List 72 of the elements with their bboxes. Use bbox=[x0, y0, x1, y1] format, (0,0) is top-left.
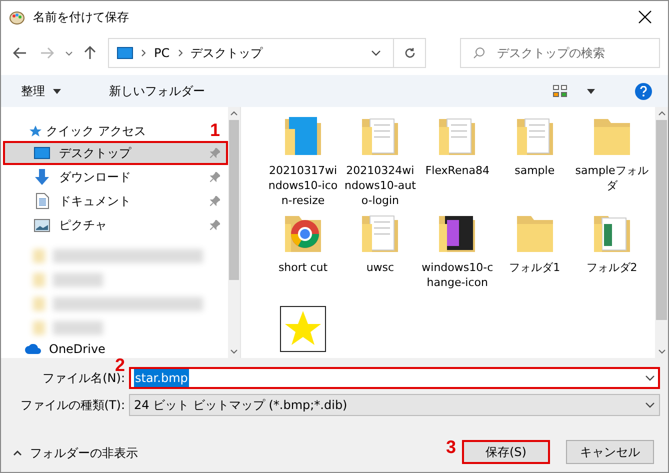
annotation-number: 1 bbox=[210, 120, 220, 140]
cancel-button[interactable]: キャンセル bbox=[566, 440, 654, 464]
search-icon bbox=[473, 47, 486, 59]
filename-field[interactable]: star.bmp bbox=[129, 367, 660, 389]
breadcrumb-item[interactable]: デスクトップ bbox=[190, 44, 263, 62]
file-item[interactable]: short cut bbox=[265, 210, 341, 304]
chevron-down-icon bbox=[645, 375, 655, 381]
cloud-icon bbox=[25, 344, 41, 354]
pin-icon bbox=[210, 220, 220, 230]
sidebar-item[interactable]: ピクチャ bbox=[3, 213, 228, 237]
save-button[interactable]: 保存(S) bbox=[462, 440, 550, 464]
file-item[interactable]: FlexRena84 bbox=[419, 113, 496, 208]
star-image-thumbnail bbox=[280, 306, 326, 352]
help-icon bbox=[640, 86, 647, 96]
monitor-icon bbox=[34, 147, 50, 159]
refresh-icon bbox=[404, 47, 416, 59]
file-item[interactable]: フォルダ1 bbox=[496, 210, 573, 304]
file-item[interactable]: uwsc bbox=[342, 210, 418, 304]
monitor-icon bbox=[117, 47, 134, 59]
organize-menu-button[interactable]: 整理 bbox=[17, 82, 65, 100]
pin-icon bbox=[210, 196, 220, 206]
caret-icon bbox=[53, 88, 61, 94]
blurred-item bbox=[33, 321, 103, 335]
breadcrumb-item[interactable]: PC bbox=[154, 44, 170, 62]
right-arrow-icon bbox=[40, 47, 54, 59]
file-type-dropdown[interactable]: 24 ビット ビットマップ (*.bmp;*.dib) bbox=[129, 394, 660, 416]
search-field[interactable]: デスクトップの検索 bbox=[460, 38, 660, 68]
file-item[interactable]: 20210324windows10-auto-login bbox=[342, 113, 418, 208]
file-item[interactable]: 20210317windows10-icon-resize bbox=[265, 113, 341, 208]
down-arrow-icon bbox=[34, 169, 50, 185]
sidebar-item[interactable]: デスクトップ bbox=[3, 141, 228, 165]
field-label: ファイル名(N): bbox=[42, 371, 126, 387]
up-arrow-icon bbox=[84, 46, 96, 60]
chevron-down-icon bbox=[645, 402, 655, 408]
blurred-item bbox=[33, 273, 103, 287]
chevron-right-icon bbox=[141, 49, 146, 57]
scrollbar[interactable] bbox=[228, 107, 240, 358]
file-item[interactable]: sampleフォルダ bbox=[574, 113, 650, 208]
pin-icon bbox=[210, 172, 220, 182]
chevron-right-icon bbox=[178, 49, 183, 57]
sidebar-item[interactable]: ドキュメント bbox=[3, 189, 228, 213]
sidebar-item[interactable]: OneDrive bbox=[49, 343, 106, 355]
help-button[interactable] bbox=[635, 82, 652, 100]
close-icon bbox=[638, 10, 652, 24]
chevron-down-icon bbox=[230, 349, 238, 354]
window-title: 名前を付けて保存 bbox=[33, 9, 129, 26]
sidebar-section-header[interactable]: クイック アクセス bbox=[46, 122, 206, 140]
pin-icon bbox=[210, 148, 220, 158]
search-input[interactable]: デスクトップの検索 bbox=[497, 44, 648, 62]
chevron-down-icon bbox=[64, 50, 73, 56]
chevron-up-icon bbox=[658, 111, 666, 116]
field-label: ファイルの種類(T): bbox=[19, 397, 126, 414]
view-grid-icon bbox=[553, 85, 567, 97]
file-item[interactable]: windows10-change-icon bbox=[419, 210, 496, 304]
caret-icon bbox=[587, 88, 595, 94]
star-icon bbox=[29, 124, 42, 138]
chevron-up-icon bbox=[13, 450, 22, 456]
file-item[interactable]: フォルダ2 bbox=[574, 210, 650, 304]
address-bar[interactable]: PC デスクトップ bbox=[108, 38, 426, 68]
chevron-down-icon bbox=[371, 50, 382, 56]
annotation-number: 3 bbox=[446, 437, 456, 457]
file-item[interactable]: sample bbox=[496, 113, 573, 208]
new-folder-button[interactable]: 新しいフォルダー bbox=[105, 82, 209, 100]
hide-folders-button[interactable]: フォルダーの非表示 bbox=[9, 442, 138, 464]
chevron-up-icon bbox=[230, 111, 238, 116]
scrollbar[interactable] bbox=[655, 107, 668, 358]
palette-icon bbox=[9, 9, 25, 25]
left-arrow-icon bbox=[13, 47, 28, 59]
sidebar-item[interactable]: ダウンロード bbox=[3, 165, 228, 189]
picture-icon bbox=[34, 218, 50, 232]
document-icon bbox=[36, 193, 48, 209]
chevron-down-icon bbox=[658, 349, 666, 354]
